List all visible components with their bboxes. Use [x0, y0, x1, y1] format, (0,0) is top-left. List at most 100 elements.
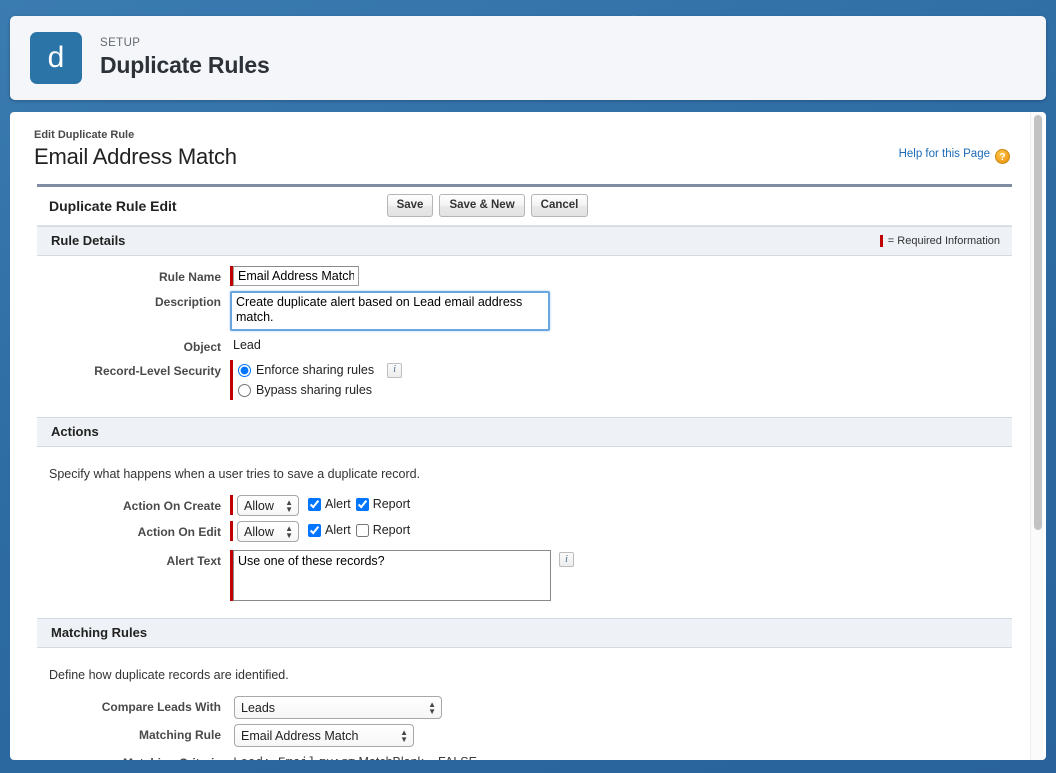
object-value-wrap: Lead: [230, 336, 261, 352]
field-row-action-on-edit: Action On Edit Allow ▲▼ Alert: [37, 521, 1012, 542]
rule-name-label: Rule Name: [37, 266, 230, 285]
main-content-page: Edit Duplicate Rule Email Address Match …: [10, 112, 1046, 760]
matching-rules-section-header: Matching Rules: [37, 618, 1012, 648]
alert-text-label: Alert Text: [37, 550, 230, 569]
action-on-edit-report-checkbox[interactable]: [356, 524, 369, 537]
matching-rules-body: Define how duplicate records are identif…: [37, 648, 1012, 760]
action-on-edit-report-checkbox-label[interactable]: Report: [356, 523, 411, 537]
record-level-security-label: Record-Level Security: [37, 360, 230, 379]
duplicate-rule-edit-panel: Duplicate Rule Edit Save Save & New Canc…: [37, 184, 1012, 760]
matching-rule-select[interactable]: Email Address Match: [234, 724, 414, 747]
page-title-block: Edit Duplicate Rule Email Address Match …: [24, 128, 1022, 170]
field-row-alert-text: Alert Text Use one of these records? i: [37, 550, 1012, 601]
field-row-object: Object Lead: [37, 336, 1012, 355]
help-for-this-page-link[interactable]: Help for this Page?: [899, 148, 1010, 164]
matching-rule-label: Matching Rule: [37, 724, 230, 743]
actions-section-header: Actions: [37, 417, 1012, 447]
field-row-matching-rule: Matching Rule Email Address Match ▲▼: [37, 724, 1012, 747]
field-row-compare-leads-with: Compare Leads With Leads ▲▼: [37, 696, 1012, 719]
field-row-description: Description Create duplicate alert based…: [37, 291, 1012, 331]
action-on-edit-select-wrap: Allow ▲▼: [237, 521, 299, 542]
required-legend-label: = Required Information: [888, 235, 1000, 247]
compare-leads-with-select[interactable]: Leads: [234, 696, 442, 719]
matching-criteria-tail: MatchBlank = FALSE: [359, 755, 477, 760]
bypass-sharing-rules-radio[interactable]: [238, 384, 251, 397]
rule-details-title: Rule Details: [51, 233, 125, 248]
setup-eyebrow: SETUP: [100, 36, 270, 51]
action-on-create-alert-checkbox-label[interactable]: Alert: [308, 497, 351, 511]
action-on-edit-value: Allow ▲▼ Alert Report: [230, 521, 410, 542]
description-textarea[interactable]: Create duplicate alert based on Lead ema…: [230, 291, 550, 331]
panel-title: Duplicate Rule Edit: [47, 198, 177, 214]
radio-bypass-sharing-rules[interactable]: Bypass sharing rules: [238, 380, 402, 400]
actions-title: Actions: [51, 424, 99, 439]
setup-header-text: SETUP Duplicate Rules: [100, 36, 270, 80]
rule-name-input[interactable]: [233, 266, 359, 286]
setup-header-card: d SETUP Duplicate Rules: [10, 16, 1046, 100]
description-value: Create duplicate alert based on Lead ema…: [230, 291, 550, 331]
record-level-security-value: Enforce sharing rules i Bypass sharing r…: [230, 360, 402, 400]
report-label: Report: [373, 497, 411, 511]
field-row-action-on-create: Action On Create Allow ▲▼ Alert: [37, 495, 1012, 516]
field-row-record-level-security: Record-Level Security Enforce sharing ru…: [37, 360, 1012, 400]
page-scrollbar[interactable]: [1030, 112, 1043, 760]
matching-criteria-label: Matching Criteria: [37, 752, 230, 760]
enforce-sharing-rules-label: Enforce sharing rules: [256, 363, 374, 377]
matching-criteria-value-wrap: Lead: Email EXACT MatchBlank = FALSE: [230, 752, 477, 760]
alert-label: Alert: [325, 497, 351, 511]
alert-text-textarea[interactable]: Use one of these records?: [233, 550, 551, 601]
rule-details-body: Rule Name Description Create duplicate a…: [37, 256, 1012, 417]
action-on-edit-label: Action On Edit: [37, 521, 230, 540]
compare-leads-with-value: Leads ▲▼: [230, 696, 442, 719]
action-on-edit-alert-checkbox-label[interactable]: Alert: [308, 523, 351, 537]
question-mark-icon[interactable]: ?: [995, 149, 1010, 164]
action-on-create-label: Action On Create: [37, 495, 230, 514]
alert-label: Alert: [325, 523, 351, 537]
info-icon[interactable]: i: [387, 363, 402, 378]
app-logo-icon: d: [30, 32, 82, 84]
info-icon[interactable]: i: [559, 552, 574, 567]
action-on-create-select[interactable]: Allow: [237, 495, 299, 516]
alert-text-value: Use one of these records? i: [230, 550, 574, 601]
action-on-create-value: Allow ▲▼ Alert Report: [230, 495, 410, 516]
action-on-edit-select[interactable]: Allow: [237, 521, 299, 542]
action-on-create-report-checkbox[interactable]: [356, 498, 369, 511]
action-on-create-select-wrap: Allow ▲▼: [237, 495, 299, 516]
required-information-legend: = Required Information: [880, 235, 1000, 247]
actions-body: Specify what happens when a user tries t…: [37, 447, 1012, 618]
radio-enforce-sharing-rules[interactable]: Enforce sharing rules i: [238, 360, 402, 380]
matching-rules-help-text: Define how duplicate records are identif…: [37, 658, 1012, 686]
matching-criteria-operator: EXACT: [319, 757, 355, 760]
save-and-new-button[interactable]: Save & New: [439, 194, 524, 217]
compare-leads-with-select-wrap: Leads ▲▼: [234, 696, 442, 719]
matching-rule-value: Email Address Match ▲▼: [230, 724, 414, 747]
page-title: Email Address Match: [24, 143, 1022, 170]
action-on-create-alert-checkbox[interactable]: [308, 498, 321, 511]
scrollbar-thumb[interactable]: [1034, 115, 1042, 530]
action-on-create-report-checkbox-label[interactable]: Report: [356, 497, 411, 511]
actions-help-text: Specify what happens when a user tries t…: [37, 457, 1012, 485]
required-marker-icon: [880, 235, 883, 247]
field-row-matching-criteria: Matching Criteria Lead: Email EXACT Matc…: [37, 752, 1012, 760]
matching-criteria-value: Lead: Email EXACT MatchBlank = FALSE: [230, 752, 477, 760]
bypass-sharing-rules-label: Bypass sharing rules: [256, 383, 372, 397]
matching-rules-title: Matching Rules: [51, 625, 147, 640]
cancel-button[interactable]: Cancel: [531, 194, 589, 217]
enforce-sharing-rules-radio[interactable]: [238, 364, 251, 377]
matching-criteria-mono: Lead: Email: [233, 756, 316, 760]
save-button[interactable]: Save: [387, 194, 434, 217]
matching-rule-select-wrap: Email Address Match ▲▼: [234, 724, 414, 747]
required-marker-icon: [230, 495, 233, 515]
rule-details-section-header: Rule Details = Required Information: [37, 226, 1012, 256]
help-link-label: Help for this Page: [899, 148, 990, 160]
record-level-security-radio-group: Enforce sharing rules i Bypass sharing r…: [233, 360, 402, 400]
compare-leads-with-label: Compare Leads With: [37, 696, 230, 715]
rule-name-value: [230, 266, 359, 286]
setup-page-title: Duplicate Rules: [100, 51, 270, 80]
description-label: Description: [37, 291, 230, 310]
action-on-edit-checkboxes: Alert Report: [308, 521, 410, 537]
action-on-edit-alert-checkbox[interactable]: [308, 524, 321, 537]
panel-toolbar: Duplicate Rule Edit Save Save & New Canc…: [37, 187, 1012, 226]
toolbar-button-group: Save Save & New Cancel: [387, 194, 589, 217]
action-on-create-checkboxes: Alert Report: [308, 495, 410, 511]
